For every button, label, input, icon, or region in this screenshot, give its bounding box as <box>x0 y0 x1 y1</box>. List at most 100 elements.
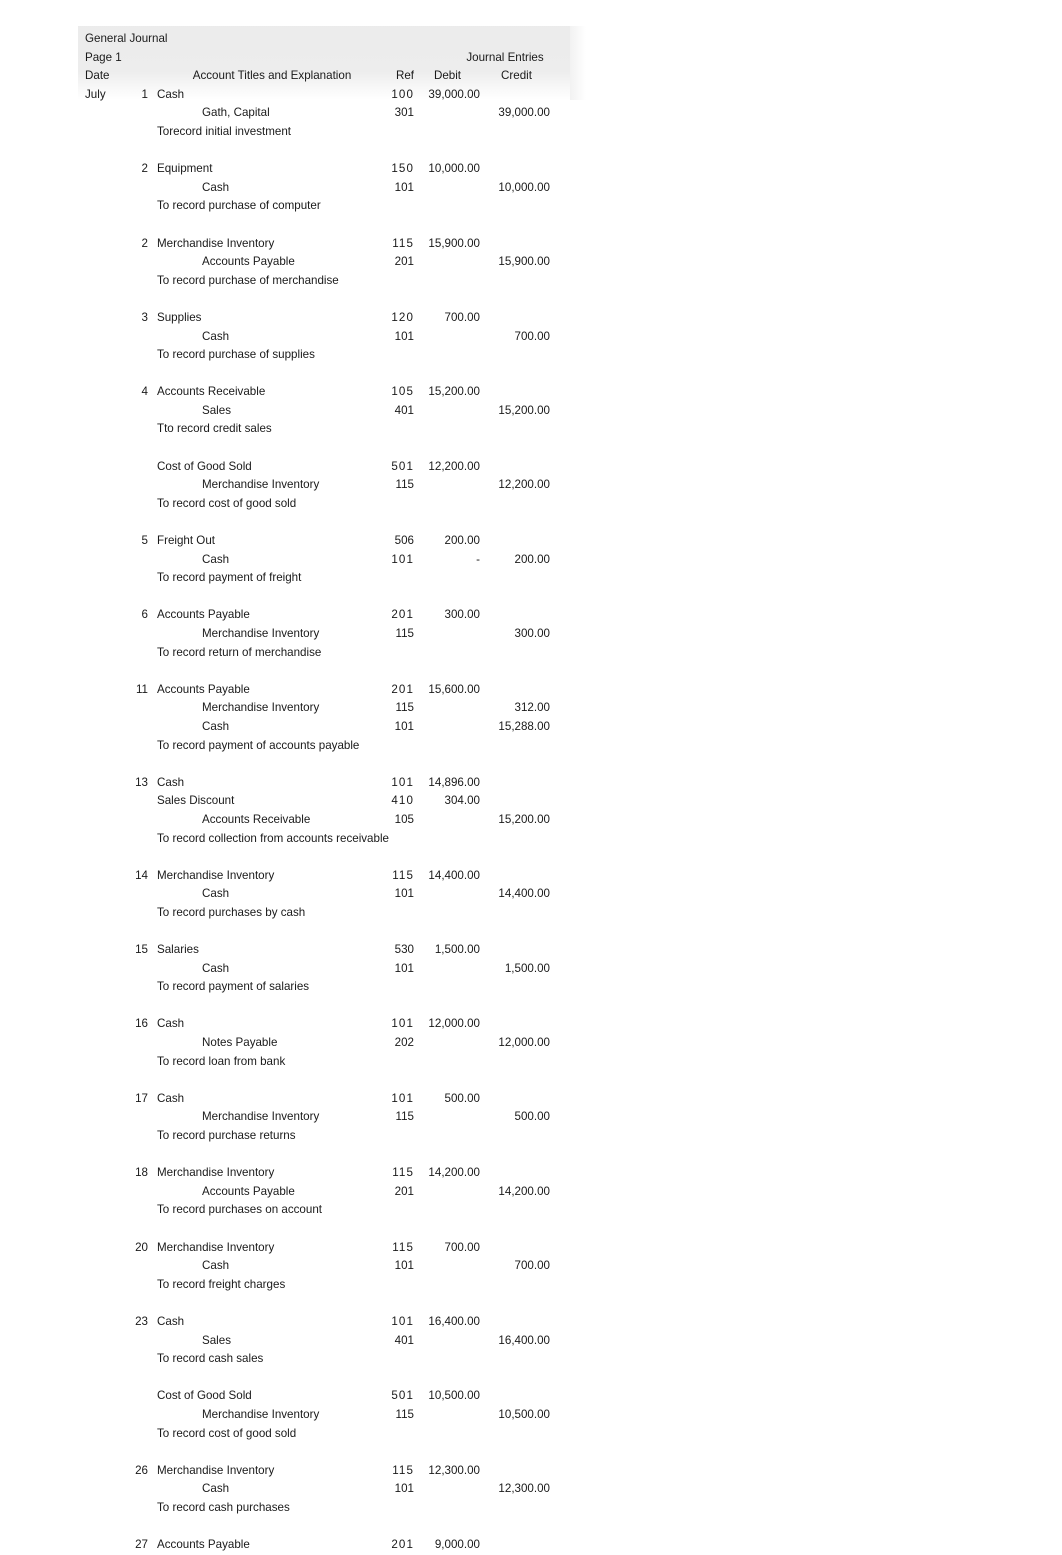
entry-credit-amount: 700.00 <box>514 1259 550 1273</box>
entry-explanation: To record return of merchandise <box>157 645 322 659</box>
entry-ref: 101 <box>391 775 414 789</box>
entry-day: 11 <box>135 682 148 696</box>
entry-debit-amount: 1,500.00 <box>434 943 480 957</box>
entry-ref: 530 <box>394 943 414 957</box>
journal-entry-row: To record cost of good sold <box>85 1425 565 1444</box>
entry-ref: 115 <box>392 1463 414 1477</box>
entry-explanation: To record payment of freight <box>157 571 302 585</box>
entry-credit-amount: 15,900.00 <box>498 255 550 269</box>
entry-explanation: To record loan from bank <box>157 1054 286 1068</box>
entry-debit-amount: 16,400.00 <box>428 1314 480 1328</box>
journal-entry-row: 23 Cash 101 16,400.00 <box>85 1313 565 1332</box>
journal-entry-row: Accounts Payable 201 15,900.00 <box>85 253 565 272</box>
entry-spacer <box>85 290 565 309</box>
journal-entry-row: To record purchase of merchandise <box>85 272 565 291</box>
entry-day: 3 <box>141 310 148 324</box>
entry-debit-amount: 39,000.00 <box>428 87 480 101</box>
journal-entry-row: Tto record credit sales <box>85 420 565 439</box>
journal-entry-row: 17 Cash 101 500.00 <box>85 1090 565 1109</box>
column-header-date: Date <box>85 69 110 83</box>
journal-entry-row: Merchandise Inventory 115 500.00 <box>85 1108 565 1127</box>
entry-debit-amount: 15,600.00 <box>428 682 480 696</box>
journal-entry-row: Cash 101-200.00 <box>85 551 565 570</box>
entry-credit-amount: 10,000.00 <box>498 180 550 194</box>
entry-debit-amount: 10,500.00 <box>428 1389 480 1403</box>
journal-entry-row: Sales 401 15,200.00 <box>85 402 565 421</box>
entry-credit-amount: 700.00 <box>514 329 550 343</box>
journal-entry-row: To record loan from bank <box>85 1053 565 1072</box>
journal-entry-row: 4 Accounts Receivable 105 15,200.00 <box>85 383 565 402</box>
entry-ref: 115 <box>395 1407 414 1421</box>
entry-spacer <box>85 662 565 681</box>
entry-ref: 115 <box>395 701 414 715</box>
entry-ref: 105 <box>391 385 414 399</box>
entry-explanation: To record purchase of supplies <box>157 348 315 362</box>
entry-ref: 201 <box>391 682 414 696</box>
journal-entry-row: Merchandise Inventory 115 300.00 <box>85 625 565 644</box>
entry-spacer <box>85 755 565 774</box>
journal-entry-row: Sales 401 16,400.00 <box>85 1332 565 1351</box>
entry-day: 18 <box>135 1166 148 1180</box>
entry-ref: 115 <box>395 1110 414 1124</box>
entry-ref: 115 <box>395 627 414 640</box>
entry-day: 13 <box>135 775 148 789</box>
entry-ref: 115 <box>395 478 414 492</box>
journal-entry-row: Merchandise Inventory 115 12,200.00 <box>85 476 565 495</box>
journal-entry-row: Merchandise Inventory 115 312.00 <box>85 699 565 718</box>
entry-day: 17 <box>135 1091 148 1105</box>
entry-day: 6 <box>141 608 148 622</box>
entry-ref: 101 <box>391 1091 414 1105</box>
journal-entry-row: 5 Freight Out 506 200.00 <box>85 532 565 551</box>
entry-explanation: To record purchase of computer <box>157 199 321 213</box>
entry-credit-amount: 12,000.00 <box>498 1036 550 1050</box>
entry-debit-amount: 15,900.00 <box>428 236 480 250</box>
entry-day: 16 <box>135 1017 148 1031</box>
journal-entry-row: To record freight charges <box>85 1276 565 1295</box>
entry-ref: 101 <box>394 1259 414 1273</box>
journal-entry-row: Cash 101 15,288.00 <box>85 718 565 737</box>
entry-day: 26 <box>135 1463 148 1477</box>
journal-entry-row: Sales Discount 410 304.00 <box>85 792 565 811</box>
entry-ref: 410 <box>391 794 414 808</box>
entry-explanation: To record cost of good sold <box>157 1426 297 1440</box>
column-header-debit: Debit <box>433 69 462 83</box>
entry-ref: 101 <box>394 719 414 733</box>
entry-credit-amount: 16,400.00 <box>498 1333 550 1347</box>
journal-entry-row: 16 Cash 101 12,000.00 <box>85 1015 565 1034</box>
journal-entry-row: To record purchases on account <box>85 1201 565 1220</box>
entry-explanation: Tto record credit sales <box>157 422 272 436</box>
entry-debit-amount: 700.00 <box>444 1240 480 1254</box>
entry-ref: 501 <box>391 1389 414 1403</box>
entry-ref: 115 <box>392 868 414 882</box>
entry-spacer <box>85 1294 565 1313</box>
journal-entry-row: 2 Merchandise Inventory 115 15,900.00 <box>85 235 565 254</box>
entry-explanation: To record cash purchases <box>157 1500 290 1514</box>
entry-ref: 101 <box>394 329 414 343</box>
entry-day: 27 <box>135 1538 148 1552</box>
entry-ref: 101 <box>391 552 414 566</box>
entry-explanation: To record purchase returns <box>157 1129 296 1143</box>
entry-explanation: To record collection from accounts recei… <box>157 831 389 845</box>
entry-debit-amount: 14,896.00 <box>428 775 480 789</box>
entry-day: 23 <box>135 1314 148 1328</box>
entry-day: 2 <box>141 236 148 250</box>
entry-ref: 101 <box>394 961 414 975</box>
document-title: General Journal <box>85 32 168 45</box>
column-header-credit: Credit <box>501 69 532 83</box>
entry-debit-amount: 500.00 <box>444 1091 480 1105</box>
entry-day: 20 <box>135 1240 148 1254</box>
entry-debit-amount: 14,400.00 <box>428 868 480 882</box>
entry-explanation: To record cost of good sold <box>157 496 297 510</box>
journal-entry-row: To record cash sales <box>85 1350 565 1369</box>
entry-explanation: To record payment of accounts payable <box>157 738 360 752</box>
entry-debit-amount: 200.00 <box>444 534 480 548</box>
entry-spacer <box>85 588 565 607</box>
entry-debit-amount: 304.00 <box>444 794 480 808</box>
journal-entry-row: To record payment of freight <box>85 569 565 588</box>
journal-entry-row: 15 Salaries 530 1,500.00 <box>85 941 565 960</box>
entry-ref: 115 <box>392 1166 414 1180</box>
entry-ref: 501 <box>391 459 414 473</box>
entry-ref: 150 <box>391 162 414 176</box>
entry-explanation: To record purchases by cash <box>157 905 306 919</box>
entry-ref: 506 <box>394 534 414 548</box>
